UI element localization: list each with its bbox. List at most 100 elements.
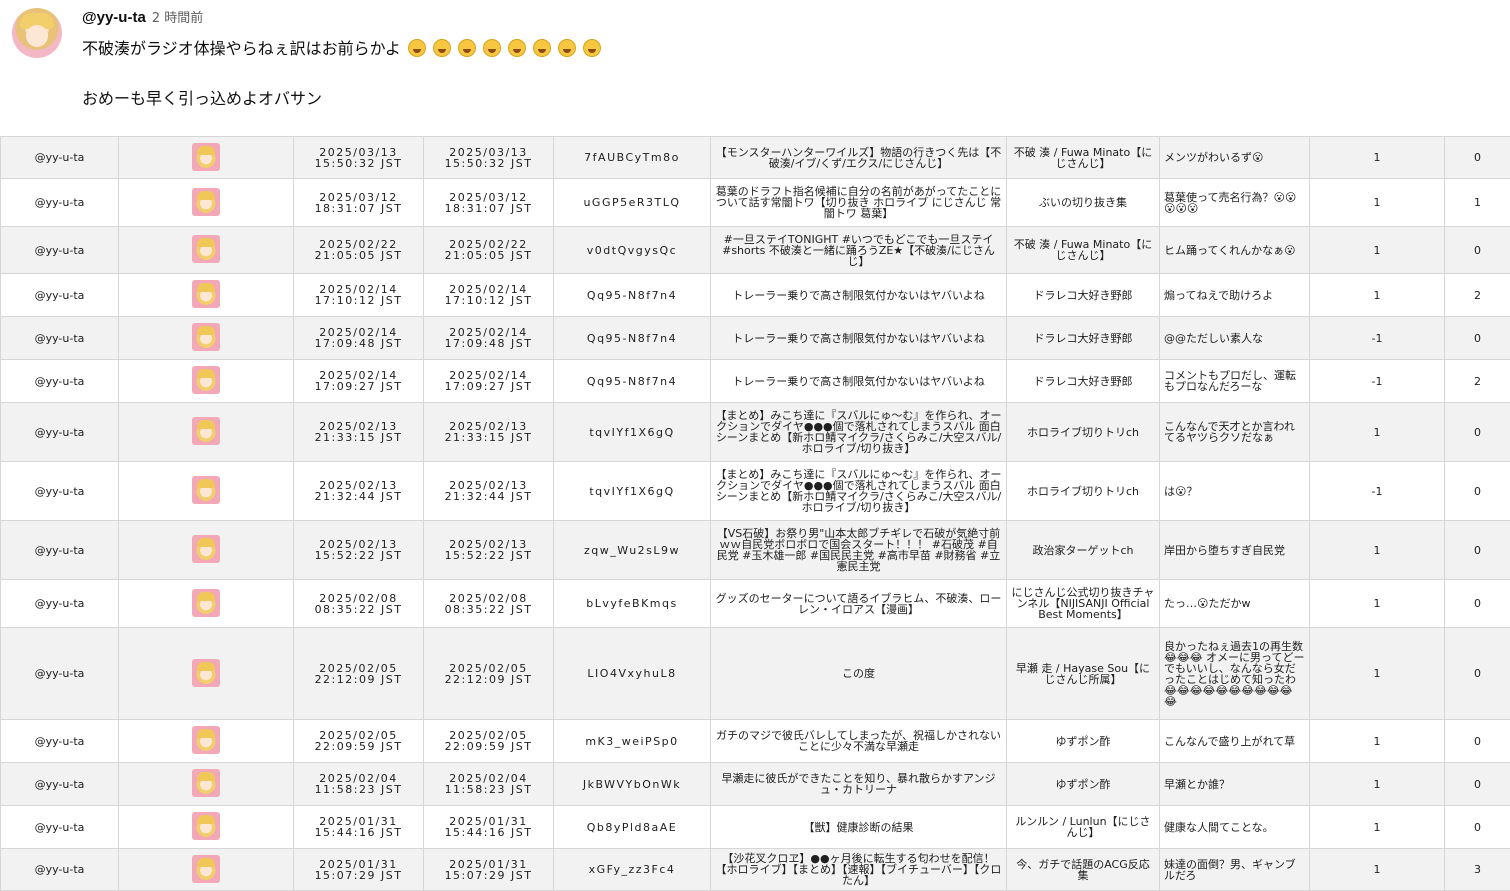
- cell-comment-text: @@ただしい素人な: [1160, 317, 1310, 360]
- cell-video-title[interactable]: グッズのセーターについて語るイブラヒム、不破湊、ローレン・イロアス【漫画】: [711, 580, 1007, 628]
- cell-video-id[interactable]: Qq95-N8f7n4: [554, 360, 711, 403]
- cell-channel[interactable]: ゆずポン酢: [1007, 763, 1160, 806]
- cell-user[interactable]: @yy-u-ta: [1, 317, 119, 360]
- cell-channel[interactable]: ルンルン / Lunlun【にじさんじ】: [1007, 806, 1160, 849]
- cell-likes: 1: [1310, 274, 1445, 317]
- cell-channel[interactable]: ホロライブ切りトリch: [1007, 462, 1160, 521]
- avatar[interactable]: [12, 8, 62, 58]
- table-row: @yy-u-ta2025/01/3115:44:16 JST2025/01/31…: [1, 806, 1510, 849]
- cell-video-title[interactable]: トレーラー乗りで高さ制限気付かないはヤバいよね: [711, 317, 1007, 360]
- cell-video-id[interactable]: Qq95-N8f7n4: [554, 274, 711, 317]
- cell-published: 2025/02/1417:09:27 JST: [294, 360, 424, 403]
- cell-video-title[interactable]: 【まとめ】みこち達に『スバルにゅ～む』を作られ、オークションでダイヤ●●●個で落…: [711, 462, 1007, 521]
- cell-likes: 1: [1310, 849, 1445, 891]
- avatar-thumbnail[interactable]: [192, 535, 220, 563]
- comment-history-table: @yy-u-ta2025/03/1315:50:32 JST2025/03/13…: [0, 136, 1510, 891]
- cell-replies: 2: [1445, 274, 1510, 317]
- cell-published: 2025/02/1417:10:12 JST: [294, 274, 424, 317]
- cell-channel[interactable]: ドラレコ大好き野郎: [1007, 360, 1160, 403]
- cell-video-id[interactable]: JkBWVYbOnWk: [554, 763, 711, 806]
- cell-user[interactable]: @yy-u-ta: [1, 720, 119, 763]
- cell-user[interactable]: @yy-u-ta: [1, 521, 119, 580]
- avatar-thumbnail[interactable]: [192, 659, 220, 687]
- cell-video-id[interactable]: mK3_weiPSp0: [554, 720, 711, 763]
- cell-video-id[interactable]: tqvIYf1X6gQ: [554, 462, 711, 521]
- cell-channel[interactable]: 今、ガチで話題のACG反応集: [1007, 849, 1160, 891]
- cell-channel[interactable]: ドラレコ大好き野郎: [1007, 317, 1160, 360]
- cell-avatar: [119, 580, 294, 628]
- cell-video-title[interactable]: この度: [711, 628, 1007, 720]
- cell-user[interactable]: @yy-u-ta: [1, 462, 119, 521]
- avatar-thumbnail[interactable]: [192, 855, 220, 883]
- cell-user[interactable]: @yy-u-ta: [1, 403, 119, 462]
- avatar-thumbnail[interactable]: [192, 476, 220, 504]
- avatar-thumbnail[interactable]: [192, 726, 220, 754]
- cell-replies: 0: [1445, 227, 1510, 274]
- avatar-thumbnail[interactable]: [192, 188, 220, 216]
- cell-video-id[interactable]: v0dtQvgysQc: [554, 227, 711, 274]
- cell-published: 2025/02/1315:52:22 JST: [294, 521, 424, 580]
- avatar-thumbnail[interactable]: [192, 235, 220, 263]
- avatar-thumbnail[interactable]: [192, 812, 220, 840]
- avatar-thumbnail[interactable]: [192, 366, 220, 394]
- cell-replies: 0: [1445, 137, 1510, 179]
- cell-video-title[interactable]: 葛葉のドラフト指名候補に自分の名前があがってたことについて話す常闇トワ【切り抜き…: [711, 179, 1007, 227]
- cell-channel[interactable]: ぶいの切り抜き集: [1007, 179, 1160, 227]
- avatar-thumbnail[interactable]: [192, 323, 220, 351]
- avatar-thumbnail[interactable]: [192, 589, 220, 617]
- cell-video-id[interactable]: zqw_Wu2sL9w: [554, 521, 711, 580]
- cell-user[interactable]: @yy-u-ta: [1, 628, 119, 720]
- cell-video-id[interactable]: xGFy_zz3Fc4: [554, 849, 711, 891]
- cell-video-id[interactable]: LIO4VxyhuL8: [554, 628, 711, 720]
- cell-channel[interactable]: ドラレコ大好き野郎: [1007, 274, 1160, 317]
- table-row: @yy-u-ta2025/03/1218:31:07 JST2025/03/12…: [1, 179, 1510, 227]
- cell-published: 2025/01/3115:07:29 JST: [294, 849, 424, 891]
- cell-user[interactable]: @yy-u-ta: [1, 849, 119, 891]
- cell-user[interactable]: @yy-u-ta: [1, 179, 119, 227]
- avatar-thumbnail[interactable]: [192, 417, 220, 445]
- avatar-thumbnail[interactable]: [192, 769, 220, 797]
- cell-updated: 2025/02/1315:52:22 JST: [424, 521, 554, 580]
- cell-channel[interactable]: 早瀬 走 / Hayase Sou【にじさんじ所属】: [1007, 628, 1160, 720]
- cell-likes: 1: [1310, 580, 1445, 628]
- comment-author[interactable]: @yy-u-ta: [82, 9, 146, 26]
- cell-video-title[interactable]: #一旦ステイTONIGHT #いつでもどこでも一旦ステイ #shorts 不破湊…: [711, 227, 1007, 274]
- cell-video-title[interactable]: 早瀬走に彼氏ができたことを知り、暴れ散らかすアンジュ・カトリーナ: [711, 763, 1007, 806]
- cell-comment-text: コメントもプロだし、運転もプロなんだろーな: [1160, 360, 1310, 403]
- cell-video-id[interactable]: uGGP5eR3TLQ: [554, 179, 711, 227]
- cell-channel[interactable]: 政治家ターゲットch: [1007, 521, 1160, 580]
- cell-likes: -1: [1310, 317, 1445, 360]
- cell-user[interactable]: @yy-u-ta: [1, 227, 119, 274]
- cell-user[interactable]: @yy-u-ta: [1, 580, 119, 628]
- cell-video-title[interactable]: トレーラー乗りで高さ制限気付かないはヤバいよね: [711, 274, 1007, 317]
- cell-user[interactable]: @yy-u-ta: [1, 360, 119, 403]
- cell-video-title[interactable]: 【VS石破】お祭り男"山本太郎ブチギレで石破が気絶寸前ｗｗ自民党ボロボロで国会ス…: [711, 521, 1007, 580]
- cell-video-id[interactable]: Qq95-N8f7n4: [554, 317, 711, 360]
- avatar-thumbnail[interactable]: [192, 280, 220, 308]
- cell-video-title[interactable]: トレーラー乗りで高さ制限気付かないはヤバいよね: [711, 360, 1007, 403]
- cell-video-title[interactable]: 【モンスターハンターワイルズ】物語の行きつく先は【不破湊/イブ/くず/エクス/に…: [711, 137, 1007, 179]
- cell-video-title[interactable]: 【獣】健康診断の結果: [711, 806, 1007, 849]
- cell-channel[interactable]: ホロライブ切りトリch: [1007, 403, 1160, 462]
- cell-video-title[interactable]: 【まとめ】みこち達に『スバルにゅ～む』を作られ、オークションでダイヤ●●●個で落…: [711, 403, 1007, 462]
- cell-updated: 2025/02/1417:10:12 JST: [424, 274, 554, 317]
- cell-channel[interactable]: にじさんじ公式切り抜きチャンネル【NIJISANJI Official Best…: [1007, 580, 1160, 628]
- cell-video-id[interactable]: tqvIYf1X6gQ: [554, 403, 711, 462]
- cell-user[interactable]: @yy-u-ta: [1, 763, 119, 806]
- cell-video-title[interactable]: ガチのマジで彼氏バレしてしまったが、祝福しかされないことに少々不満な早瀬走: [711, 720, 1007, 763]
- cell-user[interactable]: @yy-u-ta: [1, 806, 119, 849]
- cell-video-id[interactable]: Qb8yPld8aAE: [554, 806, 711, 849]
- cell-channel[interactable]: 不破 湊 / Fuwa Minato【にじさんじ】: [1007, 137, 1160, 179]
- cell-channel[interactable]: ゆずポン酢: [1007, 720, 1160, 763]
- cell-user[interactable]: @yy-u-ta: [1, 274, 119, 317]
- table-row: @yy-u-ta 2025/02/1315:52:22 JST2025/02/13…: [1, 521, 1510, 580]
- cell-channel[interactable]: 不破 湊 / Fuwa Minato【にじさんじ】: [1007, 227, 1160, 274]
- laughing-emoji-icon: [433, 39, 451, 57]
- cell-video-id[interactable]: 7fAUBCyTm8o: [554, 137, 711, 179]
- table-row: @yy-u-ta2025/02/1321:32:44 JST2025/02/13…: [1, 462, 1510, 521]
- cell-video-title[interactable]: 【沙花叉クロヱ】●●ヶ月後に転生する匂わせを配信！【ホロライブ】【まとめ】【速報…: [711, 849, 1007, 891]
- avatar-thumbnail[interactable]: [192, 143, 220, 171]
- cell-video-id[interactable]: bLvyfeBKmqs: [554, 580, 711, 628]
- comment-time[interactable]: 2 時間前: [152, 11, 203, 26]
- cell-user[interactable]: @yy-u-ta: [1, 137, 119, 179]
